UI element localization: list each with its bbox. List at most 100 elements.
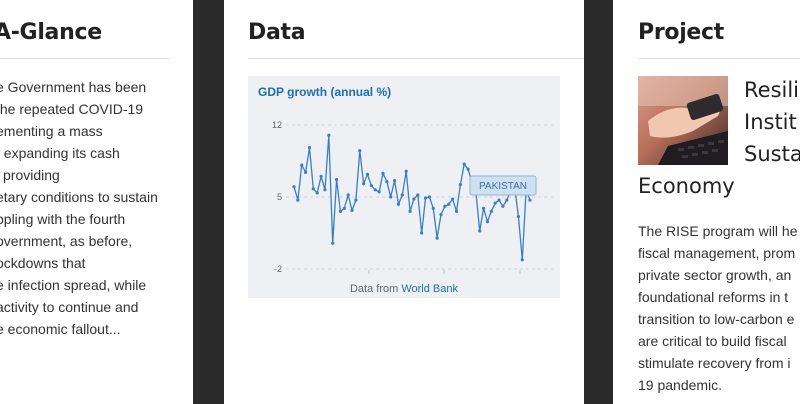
text-line: private sector growth, an [638,267,792,283]
text-line: overnment, as before, [0,233,133,249]
gdp-line-chart[interactable]: 12 5 -2 PAKISTAN [248,76,560,298]
text-line: are critical to build fiscal [638,333,787,349]
data-point [505,198,509,202]
world-bank-link[interactable]: World Bank [401,283,458,295]
text-line: e Government has been [0,79,147,95]
data-point [342,206,346,210]
data-point [458,183,462,187]
text-line: etary conditions to sustain [0,189,158,205]
at-a-glance-title: A-Glance [0,20,102,45]
data-point [423,196,428,200]
text-line: ementing a mass [0,123,103,139]
data-point [435,236,439,240]
text-line: fiscal management, prom [638,245,796,261]
data-point [365,172,370,176]
text-line: , expanding its cash [0,145,120,161]
data-point [362,182,366,186]
data-point [358,149,362,153]
data-point [427,195,432,199]
data-point [516,214,520,219]
data-point [396,202,401,206]
data-point [354,198,358,202]
data-point [292,185,296,189]
y-tick-label: 12 [272,120,282,130]
data-point [431,206,435,210]
data-point [412,197,416,201]
data-point [478,229,482,233]
series-label: PAKISTAN [479,181,527,192]
data-point [520,258,524,262]
chart-source: Data from World Bank [248,283,560,295]
data-point [404,169,408,173]
data-point [485,220,490,224]
data-point [311,187,315,191]
data-point [346,193,350,197]
data-point [323,188,327,192]
data-point [497,198,501,202]
project-heading-line[interactable]: Instit [744,110,797,134]
project-heading-line[interactable]: Resili [744,78,799,102]
text-line: activity to continue and [0,299,139,315]
data-point [389,195,393,199]
data-point [447,202,451,206]
y-tick-label: 5 [277,192,282,202]
data-point [381,171,385,175]
text-line: stimulate recovery from i [638,355,791,371]
text-line: foundational reforms in t [638,289,789,305]
data-point [493,201,497,205]
data-point [338,209,343,213]
data-point [331,241,335,245]
data-panel: Data GDP growth (annual %) 12 5 -2 PAKISTAN… [224,0,584,404]
data-point [300,163,304,167]
text-line: The RISE program will he [638,223,798,239]
data-point [416,193,420,197]
data-point [481,206,486,210]
project-description: The RISE program will he fiscal manageme… [638,220,798,396]
text-line: 19 pandemic. [638,377,723,393]
project-thumbnail-image[interactable] [638,76,728,165]
title-divider [248,58,584,59]
data-point [420,231,424,235]
project-title: Project [638,20,725,45]
data-point [408,209,412,213]
y-tick-label: -2 [274,264,282,274]
data-point [307,146,312,150]
data-point [462,162,466,166]
data-point [454,209,459,213]
gdp-chart-card[interactable]: GDP growth (annual %) 12 5 -2 PAKISTAN Data… [248,76,560,298]
data-point [392,178,397,183]
data-point [400,193,404,197]
data-point [501,204,505,208]
project-panel: Project Resili Instit Susta Economy The … [613,0,800,404]
source-prefix: Data from [349,283,402,295]
data-point [315,191,319,195]
text-line: transition to low-carbon e [638,311,795,327]
data-point [304,170,308,174]
title-divider [0,58,170,59]
data-point [528,198,532,202]
data-title: Data [248,20,306,45]
data-point [373,188,377,192]
data-point [319,174,323,179]
data-point [350,208,354,212]
hands-on-laptop-image [638,76,728,165]
title-divider [638,58,800,59]
project-heading-line[interactable]: Susta [744,142,800,166]
data-point [369,184,373,188]
data-point [439,212,443,217]
data-point [489,209,493,213]
text-line: e economic fallout... [0,321,121,337]
text-line: ockdowns that [0,255,86,271]
data-point [443,204,447,208]
project-heading-line[interactable]: Economy [638,174,735,198]
data-point [327,133,331,137]
at-a-glance-text: e Government has been the repeated COVID… [0,76,158,340]
at-a-glance-panel: A-Glance e Government has been the repea… [0,0,193,404]
data-point [334,177,339,182]
data-point [377,190,381,194]
data-point [466,167,470,171]
text-line: l providing [0,167,60,183]
data-point [451,197,455,201]
data-point [296,198,300,202]
text-line: the repeated COVID-19 [0,101,144,117]
